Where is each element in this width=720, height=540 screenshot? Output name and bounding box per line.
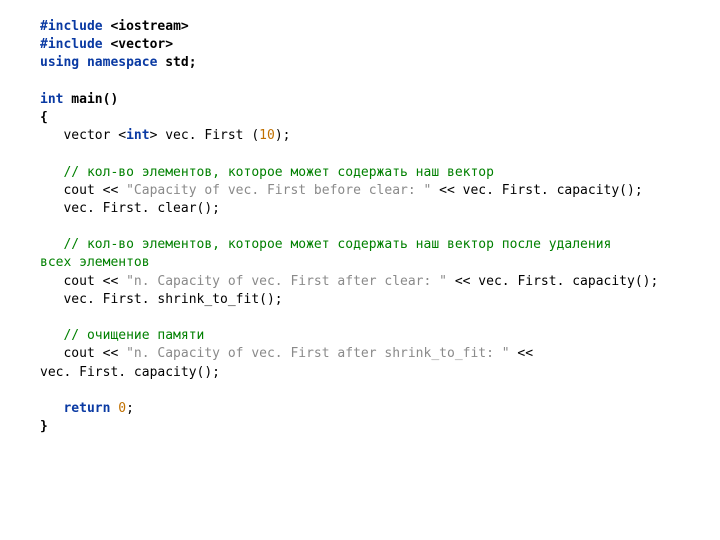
cout-1b: << vec. First. capacity(); <box>431 183 642 198</box>
using-namespace: using namespace <box>40 55 157 70</box>
comment-1: // кол-во элементов, которое может содер… <box>40 165 494 180</box>
include-arg-1: <iostream> <box>103 19 189 34</box>
string-3: "n. Capacity of vec. First after shrink_… <box>126 346 510 361</box>
decl-end: ); <box>275 128 291 143</box>
return-end: ; <box>126 401 134 416</box>
string-1: "Capacity of vec. First before clear: " <box>126 183 431 198</box>
cout-2a: cout << <box>40 274 126 289</box>
cout-2b: << vec. First. capacity(); <box>447 274 658 289</box>
include-directive-2: #include <box>40 37 103 52</box>
return-num: 0 <box>118 401 126 416</box>
include-directive-1: #include <box>40 19 103 34</box>
comment-2b: всех элементов <box>40 255 150 270</box>
comment-3: // очищение памяти <box>40 328 204 343</box>
code-block: #include <iostream> #include <vector> us… <box>0 0 720 454</box>
clear-call: vec. First. clear(); <box>40 201 220 216</box>
decl-int: int <box>126 128 149 143</box>
return-pre <box>40 401 63 416</box>
open-brace: { <box>40 110 48 125</box>
std-token: std; <box>157 55 196 70</box>
decl-pre: vector < <box>40 128 126 143</box>
return-keyword: return <box>63 401 110 416</box>
cout-3c: vec. First. capacity(); <box>40 365 220 380</box>
include-arg-2: <vector> <box>103 37 173 52</box>
decl-num: 10 <box>259 128 275 143</box>
cout-3b: << <box>510 346 533 361</box>
comment-2a: // кол-во элементов, которое может содер… <box>40 237 611 252</box>
cout-3a: cout << <box>40 346 126 361</box>
int-keyword: int <box>40 92 63 107</box>
cout-1a: cout << <box>40 183 126 198</box>
decl-mid: > vec. First ( <box>150 128 260 143</box>
string-2: "n. Capacity of vec. First after clear: … <box>126 274 447 289</box>
close-brace: } <box>40 419 48 434</box>
main-func: main() <box>63 92 118 107</box>
shrink-call: vec. First. shrink_to_fit(); <box>40 292 283 307</box>
